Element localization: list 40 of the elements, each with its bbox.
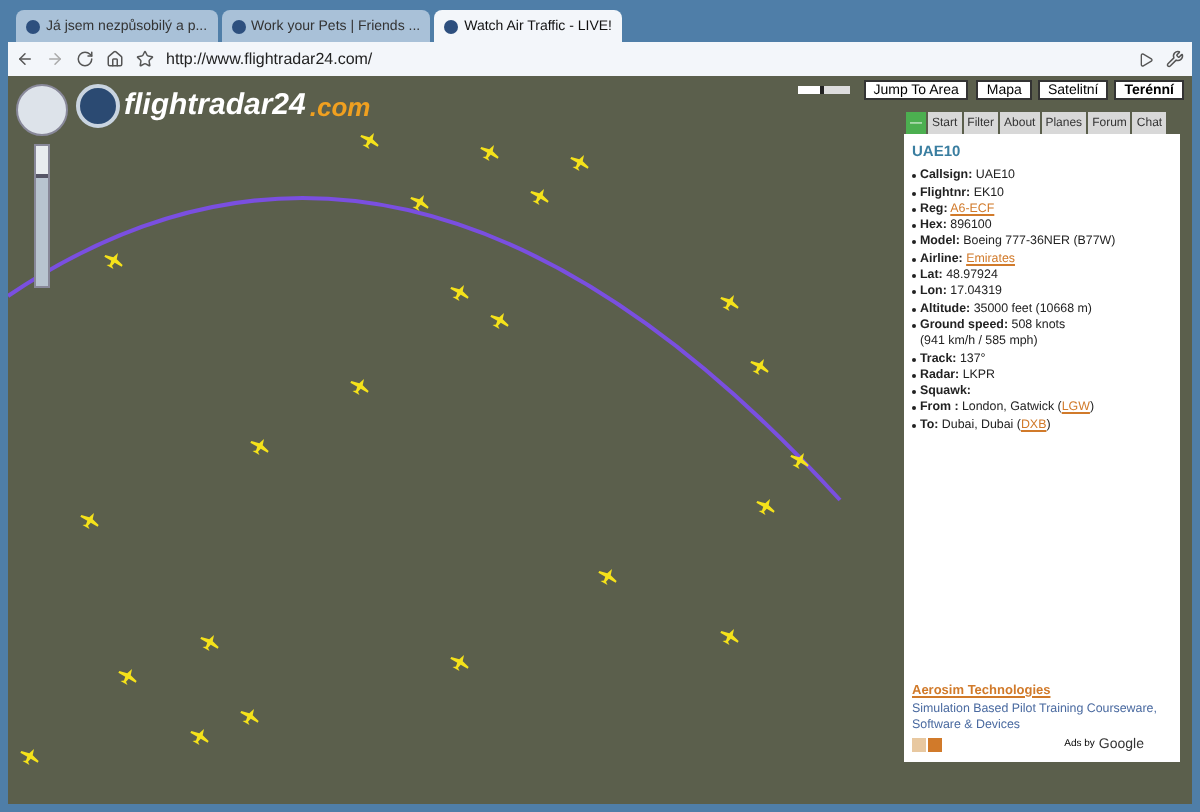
plane-icon[interactable] [490, 313, 509, 329]
favicon-icon [444, 19, 459, 33]
plane-icon[interactable] [450, 655, 469, 671]
reload-icon[interactable] [76, 50, 94, 68]
favicon-icon [26, 19, 40, 33]
plane-icon[interactable] [570, 155, 589, 171]
plane-icon[interactable] [756, 499, 775, 515]
plane-icon[interactable] [240, 709, 259, 725]
plane-icon[interactable] [450, 285, 469, 301]
site-logo: flightradar24 [124, 86, 306, 126]
wrench-icon[interactable] [1166, 50, 1184, 68]
back-icon[interactable] [16, 50, 34, 68]
plane-icon[interactable] [598, 569, 617, 585]
favicon-icon [231, 19, 246, 33]
map-navigation-control[interactable] [16, 84, 68, 136]
plane-icon[interactable] [360, 133, 379, 149]
plane-icon[interactable] [410, 195, 429, 211]
logo-suffix: .com [309, 89, 371, 125]
plane-icon[interactable] [250, 439, 269, 455]
plane-icon[interactable] [720, 629, 739, 645]
plane-icon[interactable] [80, 513, 99, 529]
plane-icon[interactable] [750, 359, 769, 375]
plane-icon[interactable] [530, 189, 549, 205]
map-background[interactable] [8, 76, 1192, 804]
plane-icon[interactable] [350, 379, 369, 395]
plane-icon[interactable] [720, 295, 739, 311]
star-icon[interactable] [136, 50, 154, 68]
radar-logo-icon [76, 84, 120, 129]
zoom-slider-thumb[interactable] [36, 174, 48, 286]
plane-icon[interactable] [118, 669, 137, 685]
play-icon[interactable] [1138, 51, 1154, 67]
plane-icon[interactable] [190, 729, 209, 745]
plane-icon[interactable] [790, 453, 809, 469]
opacity-slider-fill[interactable] [797, 86, 824, 94]
plane-icon[interactable] [200, 635, 219, 651]
next-icon[interactable] [928, 738, 942, 753]
home-icon[interactable] [106, 50, 124, 68]
plane-icon[interactable] [104, 253, 123, 269]
plane-icon[interactable] [20, 749, 39, 765]
plane-icon[interactable] [480, 145, 499, 161]
